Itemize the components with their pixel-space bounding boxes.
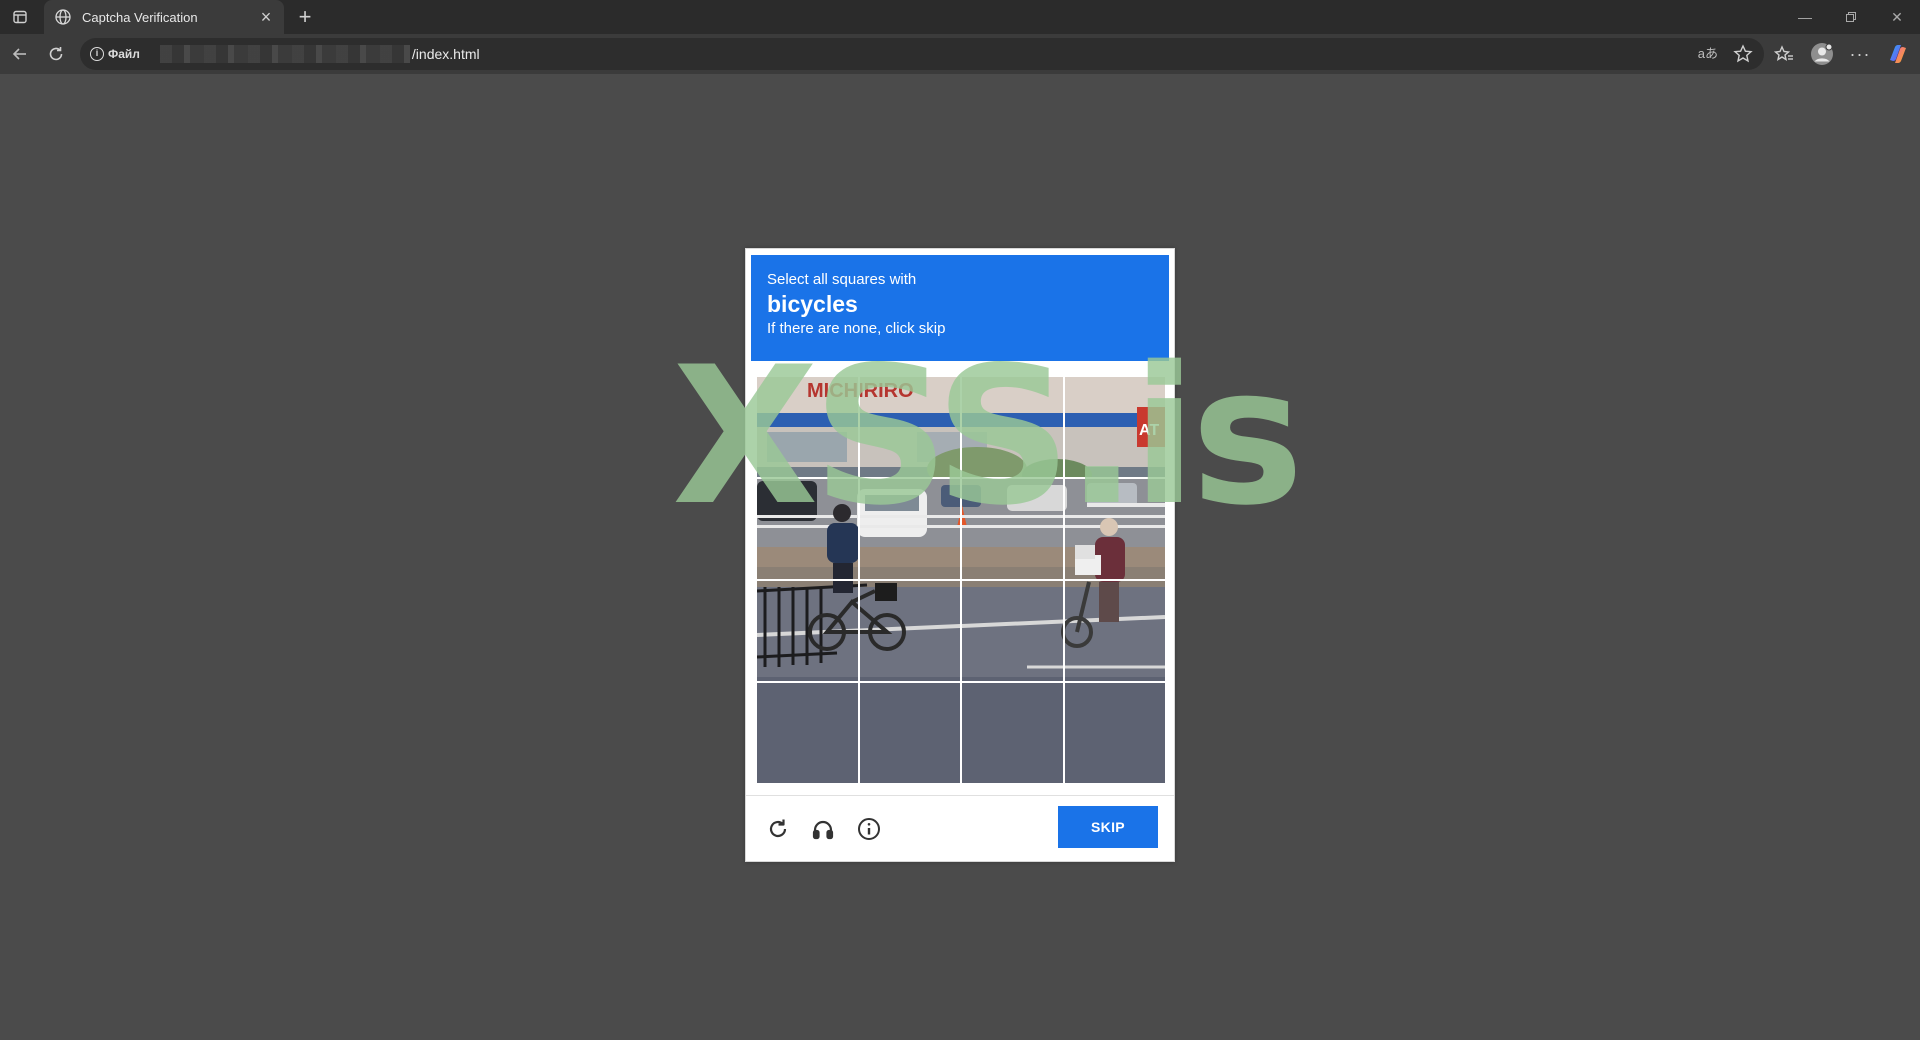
tile-image [757, 683, 858, 783]
site-info-label: Файл [108, 47, 140, 61]
captcha-header: Select all squares with bicycles If ther… [751, 255, 1169, 361]
captcha-tile-r3-c2[interactable] [859, 581, 960, 681]
refresh-icon[interactable] [42, 40, 70, 68]
tab-title: Captcha Verification [82, 9, 198, 25]
captcha-tile-r2-c3[interactable] [962, 479, 1063, 579]
captcha-tile-r4-c3[interactable] [962, 683, 1063, 783]
captcha-tile-r1-c3[interactable] [962, 377, 1063, 477]
tile-image [757, 377, 858, 477]
tile-image [962, 479, 1063, 579]
page-body: Select all squares with bicycles If ther… [0, 74, 1920, 1040]
globe-icon [55, 9, 71, 25]
minimize-icon[interactable]: — [1782, 0, 1828, 34]
translate-icon[interactable]: aあ [1698, 42, 1718, 66]
tile-image [859, 377, 960, 477]
captcha-tile-r4-c4[interactable] [1064, 683, 1165, 783]
info-circle-icon: i [90, 47, 104, 61]
tile-image [1064, 479, 1165, 579]
instruction-text: Select all squares with [767, 271, 917, 288]
toolbar-right-icons: ··· [1770, 40, 1912, 68]
close-window-icon[interactable]: ✕ [1874, 0, 1920, 34]
captcha-tile-r4-c2[interactable] [859, 683, 960, 783]
favorites-icon[interactable] [1770, 40, 1798, 68]
favorite-star-icon[interactable] [1732, 42, 1754, 66]
tile-image [962, 683, 1063, 783]
captcha-tile-r1-c2[interactable] [859, 377, 960, 477]
tile-image [962, 377, 1063, 477]
skip-hint-text: If there are none, click skip [767, 320, 946, 337]
url-path: /index.html [411, 46, 480, 62]
address-bar-actions: aあ [1698, 42, 1754, 66]
tile-image [859, 683, 960, 783]
profile-avatar-icon[interactable] [1808, 40, 1836, 68]
target-keyword: bicycles [767, 291, 858, 317]
new-tab-icon[interactable]: + [292, 4, 318, 30]
address-bar[interactable]: i Файл /index.html aあ [80, 38, 1764, 70]
captcha-image-grid [757, 377, 1165, 783]
captcha-tile-r2-c4[interactable] [1064, 479, 1165, 579]
copilot-icon[interactable] [1884, 40, 1912, 68]
tile-image [859, 581, 960, 681]
info-icon[interactable] [855, 815, 883, 843]
tile-image [962, 581, 1063, 681]
captcha-footer: SKIP [746, 795, 1174, 861]
captcha-tile-r4-c1[interactable] [757, 683, 858, 783]
tile-image [757, 479, 858, 579]
captcha-tile-r1-c1[interactable] [757, 377, 858, 477]
tab-actions-icon[interactable] [8, 6, 32, 28]
more-options-icon[interactable]: ··· [1846, 40, 1874, 68]
browser-toolbar: i Файл /index.html aあ ··· [0, 34, 1920, 74]
captcha-tile-r1-c4[interactable] [1064, 377, 1165, 477]
tile-image [1064, 683, 1165, 783]
tile-image [1064, 377, 1165, 477]
captcha-tile-r3-c4[interactable] [1064, 581, 1165, 681]
tile-image [1064, 581, 1165, 681]
captcha-tile-r3-c3[interactable] [962, 581, 1063, 681]
captcha-tile-r3-c1[interactable] [757, 581, 858, 681]
captcha-tile-r2-c1[interactable] [757, 479, 858, 579]
tab-captcha-verification[interactable]: Captcha Verification × [44, 0, 284, 34]
close-tab-icon[interactable]: × [258, 8, 274, 26]
skip-button[interactable]: SKIP [1058, 806, 1158, 848]
reload-icon[interactable] [764, 815, 792, 843]
url-host-blurred [159, 45, 410, 63]
browser-titlebar: Captcha Verification × + — ✕ [0, 0, 1920, 34]
site-info-button[interactable]: i Файл [90, 47, 140, 61]
tile-image [859, 479, 960, 579]
restore-icon[interactable] [1828, 0, 1874, 34]
window-controls: — ✕ [1782, 0, 1920, 34]
back-arrow-icon[interactable] [6, 40, 34, 68]
captcha-widget: Select all squares with bicycles If ther… [745, 248, 1175, 862]
audio-headphones-icon[interactable] [809, 815, 837, 843]
tile-image [757, 581, 858, 681]
captcha-tile-r2-c2[interactable] [859, 479, 960, 579]
